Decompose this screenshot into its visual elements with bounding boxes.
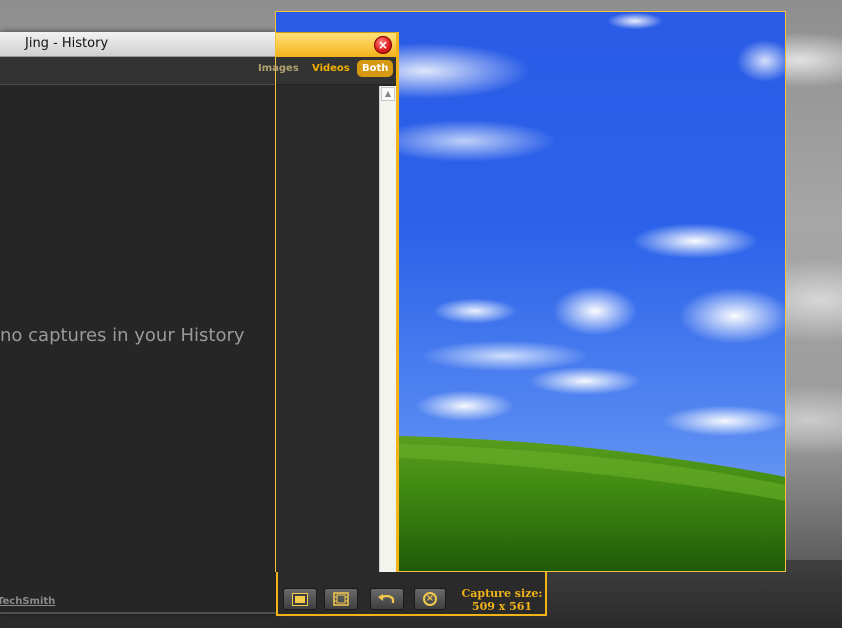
tab-images[interactable]: Images	[258, 63, 299, 74]
capture-size-label: Capture size:	[461, 587, 543, 600]
techsmith-link[interactable]: TechSmith	[0, 596, 55, 607]
history-bottom-bar	[0, 612, 276, 614]
tab-videos[interactable]: Videos	[312, 63, 350, 74]
history-titlebar[interactable]: Jing - History	[0, 32, 276, 57]
cancel-button[interactable]: ×	[414, 588, 446, 610]
window-title: Jing - History	[25, 36, 109, 51]
capture-toolbar: × Capture size: 509 x 561	[276, 572, 547, 616]
cancel-icon: ×	[423, 592, 437, 606]
capture-size-value: 509 x 561	[471, 600, 533, 613]
jing-sidebar-panel: × Images Videos Both ▲	[258, 32, 399, 572]
empty-history-message: no captures in your History	[0, 325, 245, 346]
close-icon[interactable]: ×	[374, 36, 392, 54]
capture-image-button[interactable]	[283, 588, 317, 610]
scroll-up-icon[interactable]: ▲	[381, 87, 395, 101]
panel-border	[396, 32, 399, 572]
history-window: Jing - History no captures in your Histo…	[0, 32, 276, 614]
tab-both[interactable]: Both	[357, 60, 394, 77]
redo-selection-button[interactable]	[370, 588, 404, 610]
history-toolbar	[0, 57, 276, 85]
film-icon	[333, 592, 349, 606]
image-icon	[292, 592, 308, 606]
panel-titlebar[interactable]: ×	[276, 32, 399, 57]
history-list	[276, 85, 379, 572]
capture-video-button[interactable]	[324, 588, 358, 610]
scrollbar[interactable]: ▲	[379, 86, 396, 572]
undo-arrow-icon	[378, 594, 395, 603]
filter-tabs: Images Videos Both	[258, 57, 399, 84]
capture-size-readout: Capture size: 509 x 561	[459, 587, 545, 613]
